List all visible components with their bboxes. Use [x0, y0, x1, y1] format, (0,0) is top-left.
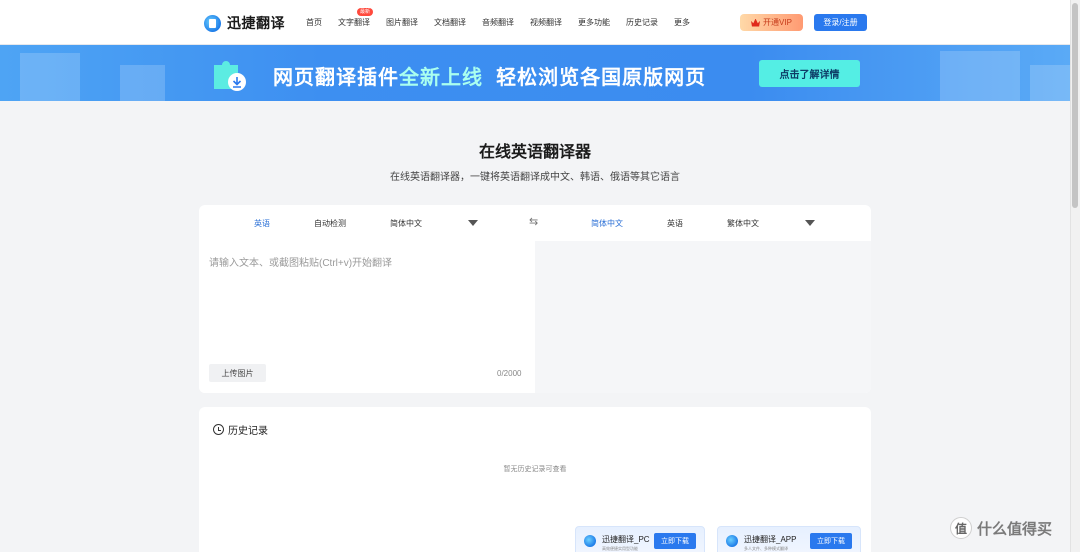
- banner-text-highlight: 全新上线: [399, 67, 483, 89]
- nav-item-home[interactable]: 首页: [306, 17, 322, 28]
- watermark-text: 什么值得买: [977, 520, 1053, 538]
- app-description: 多人文件、多种模式翻译: [744, 546, 788, 551]
- app-logo-icon: [584, 535, 596, 547]
- nav-item-more[interactable]: 更多: [674, 17, 690, 28]
- top-navbar: 迅捷翻译 首页 文字翻译 最新 图片翻译 文档翻译 音频翻译 视频翻译 更多功能…: [0, 0, 1070, 45]
- language-bar: 英语 自动检测 简体中文 ⇆ 简体中文 英语 繁体中文: [199, 205, 871, 241]
- translator-card: 英语 自动检测 简体中文 ⇆ 简体中文 英语 繁体中文 上传图片 0/2000: [199, 205, 871, 393]
- source-lang-dropdown-icon[interactable]: [468, 220, 478, 226]
- vip-button[interactable]: 开通VIP: [740, 14, 803, 31]
- source-lang-simplified-chinese[interactable]: 简体中文: [390, 218, 422, 229]
- target-lang-english[interactable]: 英语: [667, 218, 683, 229]
- banner-details-button[interactable]: 点击了解详情: [759, 60, 860, 87]
- scrollbar-thumb[interactable]: [1072, 3, 1078, 208]
- banner-decoration: [120, 65, 165, 101]
- target-lang-simplified-chinese[interactable]: 简体中文: [591, 218, 623, 229]
- banner-text-part2: 轻松浏览各国原版网页: [496, 67, 707, 89]
- promo-banner[interactable]: 网页翻译插件全新上线 轻松浏览各国原版网页 点击了解详情: [0, 45, 1070, 101]
- history-title: 历史记录: [228, 426, 268, 437]
- nav-item-audio-translate[interactable]: 音频翻译: [482, 17, 514, 28]
- nav-item-more-features[interactable]: 更多功能: [578, 17, 610, 28]
- translation-output-pane: [535, 241, 871, 393]
- history-clock-icon: [213, 424, 224, 435]
- pc-app-card: 迅捷翻译_PC 高效便捷实用型功能 立即下载: [575, 526, 705, 552]
- source-lang-auto-detect[interactable]: 自动检测: [314, 218, 346, 229]
- source-pane: 上传图片 0/2000: [199, 241, 535, 393]
- nav-item-image-translate[interactable]: 图片翻译: [386, 17, 418, 28]
- history-header: 历史记录: [213, 422, 268, 437]
- watermark: 值 什么值得买: [950, 517, 1052, 539]
- app-logo-icon: [726, 535, 738, 547]
- app-description: 高效便捷实用型功能: [602, 546, 638, 551]
- banner-decoration: [1030, 65, 1070, 101]
- app-name: 迅捷翻译_APP: [744, 535, 797, 544]
- mobile-app-card: 迅捷翻译_APP 多人文件、多种模式翻译 立即下载: [717, 526, 861, 552]
- login-button[interactable]: 登录/注册: [814, 14, 867, 31]
- source-lang-english[interactable]: 英语: [254, 218, 270, 229]
- char-counter: 0/2000: [497, 369, 522, 378]
- target-lang-traditional-chinese[interactable]: 繁体中文: [727, 218, 759, 229]
- watermark-logo: 值: [950, 517, 972, 539]
- history-panel: 历史记录 暂无历史记录可查看 迅捷翻译_PC 高效便捷实用型功能 立即下载 迅捷…: [199, 407, 871, 552]
- crown-icon: [751, 18, 761, 27]
- puzzle-download-icon: [214, 61, 246, 91]
- new-badge: 最新: [357, 8, 374, 16]
- nav-item-document-translate[interactable]: 文档翻译: [434, 17, 466, 28]
- page-subtitle: 在线英语翻译器，一键将英语翻译成中文、韩语、俄语等其它语言: [390, 172, 680, 183]
- nav-item-video-translate[interactable]: 视频翻译: [530, 17, 562, 28]
- nav-item-text-translate[interactable]: 文字翻译 最新: [338, 8, 374, 28]
- nav-item-history[interactable]: 历史记录: [626, 17, 658, 28]
- upload-image-button[interactable]: 上传图片: [209, 364, 266, 382]
- swap-languages-icon[interactable]: ⇆: [529, 216, 541, 228]
- brand-logo[interactable]: 迅捷翻译: [204, 13, 285, 33]
- history-empty-message: 暂无历史记录可查看: [503, 466, 567, 473]
- app-name: 迅捷翻译_PC: [602, 535, 650, 544]
- pc-download-button[interactable]: 立即下载: [654, 533, 696, 549]
- banner-decoration: [940, 51, 1020, 101]
- app-download-button[interactable]: 立即下载: [810, 533, 852, 549]
- main-nav: 首页 文字翻译 最新 图片翻译 文档翻译 音频翻译 视频翻译 更多功能 历史记录…: [306, 8, 706, 28]
- brand-name: 迅捷翻译: [227, 15, 285, 31]
- target-lang-dropdown-icon[interactable]: [805, 220, 815, 226]
- banner-text-part1: 网页翻译插件: [273, 67, 399, 89]
- nav-item-label: 文字翻译: [338, 18, 370, 27]
- page-title: 在线英语翻译器: [478, 144, 591, 161]
- brand-logo-icon: [204, 14, 221, 32]
- banner-headline: 网页翻译插件全新上线 轻松浏览各国原版网页: [273, 61, 706, 90]
- banner-decoration: [20, 53, 80, 101]
- source-text-input[interactable]: [209, 254, 525, 354]
- vip-label: 开通VIP: [763, 18, 792, 27]
